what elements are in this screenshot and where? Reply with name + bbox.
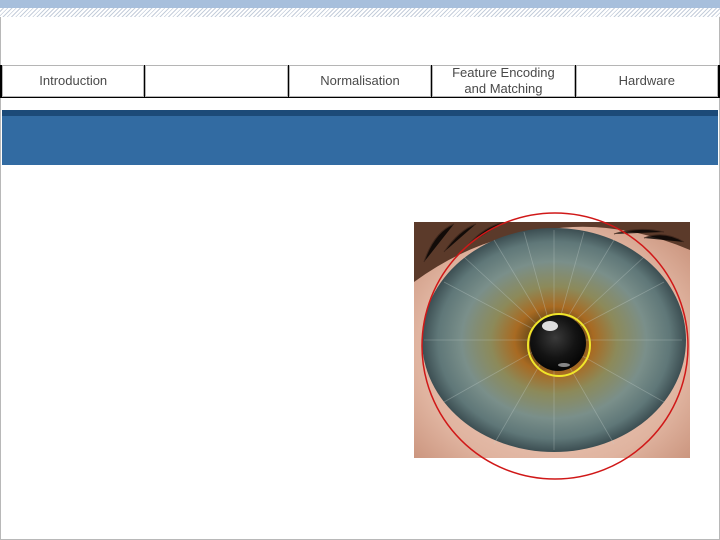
tab-feature-encoding[interactable]: Feature Encoding and Matching: [432, 65, 575, 97]
pupil-highlight: [542, 321, 558, 331]
hatched-strip: [0, 8, 720, 17]
pupil: [530, 315, 586, 371]
tab-normalisation[interactable]: Normalisation: [288, 65, 432, 97]
title-band: [2, 110, 718, 165]
tab-blank[interactable]: [145, 65, 288, 97]
tab-label: Normalisation: [320, 73, 400, 88]
title-band-shadow: [2, 110, 718, 116]
pupil-reflection: [558, 363, 570, 367]
navigation-tabs: Introduction Normalisation Feature Encod…: [2, 65, 719, 97]
tab-label: Feature Encoding and Matching: [452, 65, 555, 96]
tab-introduction[interactable]: Introduction: [2, 65, 145, 97]
tab-label: Hardware: [618, 73, 675, 88]
iris-photo: [414, 222, 690, 458]
tab-hardware[interactable]: Hardware: [575, 65, 719, 97]
top-accent-strip: [0, 0, 720, 8]
tab-label: Introduction: [39, 73, 108, 88]
